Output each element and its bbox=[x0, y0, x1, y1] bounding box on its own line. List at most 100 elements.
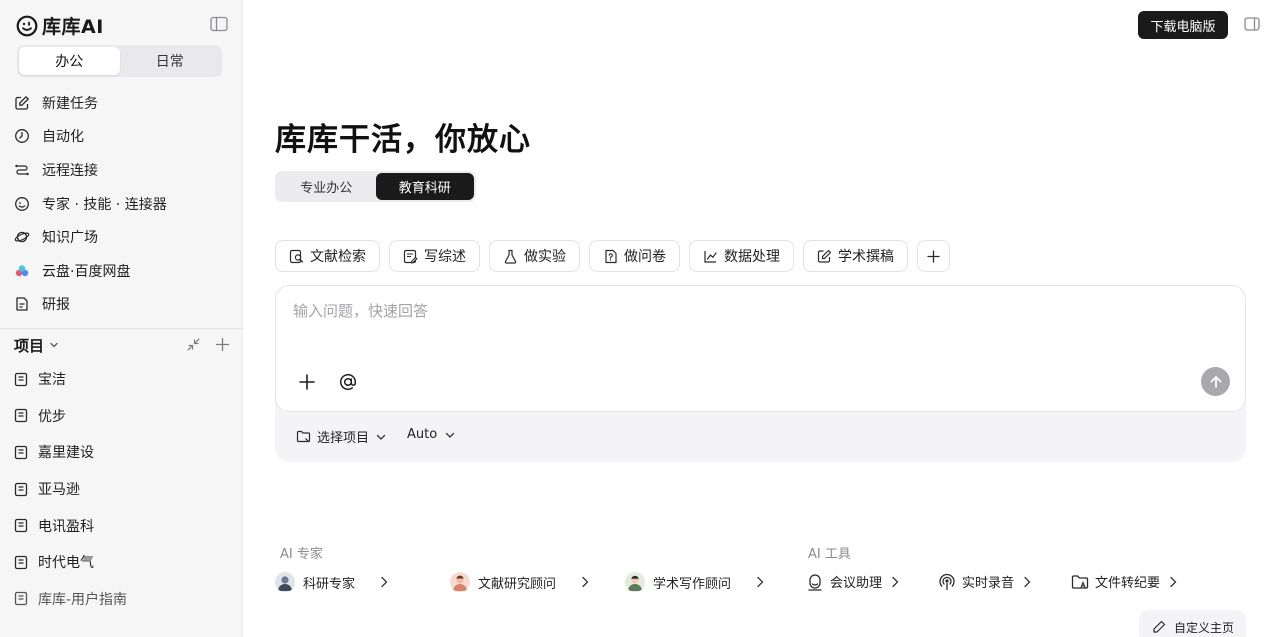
sidebar-item-automation[interactable]: 自动化 bbox=[14, 120, 234, 154]
sidebar-item-cloud-drive[interactable]: 云盘·百度网盘 bbox=[14, 254, 234, 288]
download-desktop-button[interactable]: 下载电脑版 bbox=[1138, 11, 1228, 39]
send-button[interactable] bbox=[1201, 367, 1230, 396]
notebook-icon bbox=[14, 555, 28, 569]
sidebar-collapse-icon[interactable] bbox=[210, 16, 228, 32]
customize-label: 自定义主页 bbox=[1174, 620, 1235, 635]
chevron-down-icon bbox=[50, 342, 58, 348]
chip-questionnaire[interactable]: 做问卷 bbox=[589, 240, 680, 272]
chip-academic-writing[interactable]: 学术撰稿 bbox=[803, 240, 908, 272]
brand-logo-icon bbox=[16, 15, 38, 36]
project-item[interactable]: 时代电气 bbox=[14, 544, 234, 581]
customize-home-button[interactable]: 自定义主页 bbox=[1139, 610, 1246, 637]
expert-label: 文献研究顾问 bbox=[478, 576, 557, 592]
folder-icon bbox=[296, 430, 311, 443]
project-item[interactable]: 嘉里建设 bbox=[14, 434, 234, 471]
route-icon bbox=[15, 164, 29, 176]
sidebar-item-label: 自动化 bbox=[42, 129, 84, 146]
ai-tools-list: 会议助理 实时录音 文件转纪要 bbox=[806, 572, 1178, 591]
notebook-icon bbox=[14, 592, 28, 606]
projects-title: 项目 bbox=[14, 336, 45, 355]
model-label: Auto bbox=[407, 427, 438, 442]
sidebar-item-new-task[interactable]: 新建任务 bbox=[14, 86, 234, 120]
chip-write-review[interactable]: 写综述 bbox=[389, 240, 480, 272]
tool-label: 实时录音 bbox=[962, 576, 1015, 591]
mode-switcher: 专业办公 教育科研 bbox=[275, 171, 476, 202]
sidebar-item-label: 远程连接 bbox=[42, 162, 98, 179]
sidebar-item-label: 知识广场 bbox=[42, 230, 98, 247]
model-select[interactable]: Auto bbox=[407, 427, 456, 442]
person-avatar-icon bbox=[628, 575, 642, 591]
projects-actions bbox=[186, 337, 230, 352]
expert-academic-writing[interactable]: 学术写作顾问 bbox=[625, 572, 765, 592]
sidebar-menu: 新建任务 自动化 远程连接 专家 · 技能 · 连接器 知识广场 云盘·百度网盘… bbox=[14, 86, 234, 321]
tab-daily[interactable]: 日常 bbox=[120, 47, 221, 75]
write-review-icon bbox=[403, 249, 418, 263]
chip-literature-search[interactable]: 文献检索 bbox=[275, 240, 380, 272]
sidebar-item-remote[interactable]: 远程连接 bbox=[14, 153, 234, 187]
chip-label: 做实验 bbox=[524, 249, 566, 265]
expert-research[interactable]: 科研专家 bbox=[275, 572, 450, 592]
project-label: 库库-用户指南 bbox=[38, 591, 128, 608]
tab-professional-office[interactable]: 专业办公 bbox=[277, 173, 376, 200]
quick-actions: 文献检索 写综述 做实验 做问卷 数据处理 学术撰稿 bbox=[275, 240, 950, 272]
tool-live-recording[interactable]: 实时录音 bbox=[938, 572, 1071, 591]
add-attachment-icon[interactable] bbox=[297, 372, 317, 392]
sidebar: 库库AI 办公 日常 新建任务 自动化 远程连接 专家 · 技能 · 连接器 知… bbox=[0, 0, 243, 637]
sidebar-item-label: 云盘·百度网盘 bbox=[42, 263, 131, 280]
project-label: 时代电气 bbox=[38, 555, 94, 572]
folder-text-icon bbox=[1071, 574, 1089, 589]
project-item[interactable]: 电讯盈科 bbox=[14, 507, 234, 544]
sidebar-item-knowledge[interactable]: 知识广场 bbox=[14, 220, 234, 254]
question-input[interactable] bbox=[293, 302, 1173, 320]
notebook-icon bbox=[14, 409, 28, 423]
chevron-right-icon bbox=[1170, 576, 1177, 587]
chip-experiment[interactable]: 做实验 bbox=[489, 240, 580, 272]
chevron-down-icon bbox=[446, 432, 455, 438]
broadcast-icon bbox=[939, 573, 955, 590]
project-item[interactable]: 亚马逊 bbox=[14, 471, 234, 508]
avatar bbox=[275, 572, 295, 592]
add-chip-button[interactable] bbox=[917, 240, 950, 272]
tab-office[interactable]: 办公 bbox=[19, 47, 120, 75]
report-icon bbox=[16, 297, 28, 312]
tool-label: 会议助理 bbox=[830, 576, 883, 591]
chevron-right-icon bbox=[757, 576, 764, 588]
chip-data-processing[interactable]: 数据处理 bbox=[689, 240, 794, 272]
project-label: 嘉里建设 bbox=[38, 445, 94, 462]
add-project-icon[interactable] bbox=[215, 337, 230, 352]
brand[interactable]: 库库AI bbox=[16, 12, 104, 39]
collapse-all-icon[interactable] bbox=[186, 337, 201, 352]
tool-meeting-assistant[interactable]: 会议助理 bbox=[806, 572, 938, 591]
ai-tools-label: AI 工具 bbox=[808, 547, 851, 562]
sidebar-item-experts[interactable]: 专家 · 技能 · 连接器 bbox=[14, 187, 234, 221]
notebook-icon bbox=[14, 519, 28, 533]
chip-label: 文献检索 bbox=[310, 249, 366, 265]
projects-list: 宝洁 优步 嘉里建设 亚马逊 电讯盈科 时代电气 库库-用户指南 bbox=[14, 361, 234, 617]
chevron-right-icon bbox=[1024, 576, 1031, 587]
project-label: 宝洁 bbox=[38, 372, 66, 389]
meeting-assistant-icon bbox=[808, 573, 822, 591]
chip-label: 数据处理 bbox=[724, 249, 780, 265]
notebook-icon bbox=[14, 482, 28, 496]
plus-icon bbox=[927, 249, 940, 263]
chart-line-icon bbox=[704, 250, 717, 263]
sidebar-item-label: 专家 · 技能 · 连接器 bbox=[42, 196, 167, 213]
projects-header[interactable]: 项目 bbox=[14, 333, 234, 357]
tool-file-to-minutes[interactable]: 文件转纪要 bbox=[1071, 572, 1178, 591]
tab-education-research[interactable]: 教育科研 bbox=[375, 173, 474, 200]
project-item[interactable]: 优步 bbox=[14, 398, 234, 435]
pen-paper-icon bbox=[817, 249, 832, 263]
chevron-right-icon bbox=[892, 576, 899, 587]
project-select[interactable]: 选择项目 bbox=[296, 427, 387, 446]
edit-icon bbox=[15, 95, 29, 110]
sidebar-item-research-report[interactable]: 研报 bbox=[14, 288, 234, 322]
expert-literature[interactable]: 文献研究顾问 bbox=[450, 572, 625, 592]
chevron-right-icon bbox=[381, 576, 388, 588]
project-item[interactable]: 宝洁 bbox=[14, 361, 234, 398]
brand-name: 库库AI bbox=[42, 16, 104, 38]
mention-icon[interactable] bbox=[338, 372, 358, 392]
tool-label: 文件转纪要 bbox=[1095, 576, 1161, 591]
right-panel-toggle-icon[interactable] bbox=[1244, 17, 1260, 31]
project-item[interactable]: 库库-用户指南 bbox=[14, 581, 234, 618]
literature-search-icon bbox=[289, 249, 304, 263]
